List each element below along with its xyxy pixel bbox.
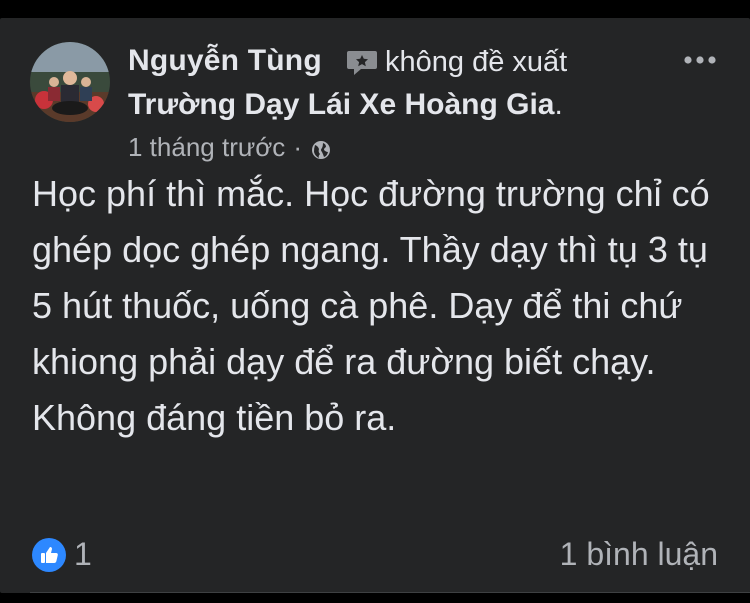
like-count: 1 — [74, 536, 92, 572]
review-text: Học phí thì mắc. Học đường trường chỉ có… — [32, 173, 710, 438]
speech-bubble-not-recommend-icon — [346, 46, 378, 78]
avatar-photo — [30, 42, 110, 122]
globe-icon[interactable] — [310, 137, 332, 159]
separator-dot: · — [293, 132, 302, 162]
reactions-summary[interactable]: 1 — [32, 536, 92, 573]
thumbs-up-icon — [32, 537, 66, 572]
timestamp-row: 1 tháng trước · — [128, 132, 332, 163]
timestamp[interactable]: 1 tháng trước — [128, 132, 285, 163]
divider — [30, 592, 750, 593]
page-name[interactable]: Trường Dạy Lái Xe Hoàng Gia — [128, 88, 554, 121]
author-name[interactable]: Nguyễn Tùng — [128, 44, 322, 78]
avatar[interactable] — [30, 42, 110, 122]
comment-count-link[interactable]: 1 bình luận — [560, 536, 718, 573]
review-card: Nguyễn Tùng không đề xuất Trường Dạy Lái… — [0, 18, 750, 593]
page-name-period: . — [554, 88, 563, 121]
recommendation-text: không đề xuất — [385, 46, 568, 78]
page-name-link[interactable]: Trường Dạy Lái Xe Hoàng Gia. — [128, 88, 563, 122]
more-options-button[interactable] — [678, 48, 722, 72]
more-options-icon — [684, 56, 716, 64]
